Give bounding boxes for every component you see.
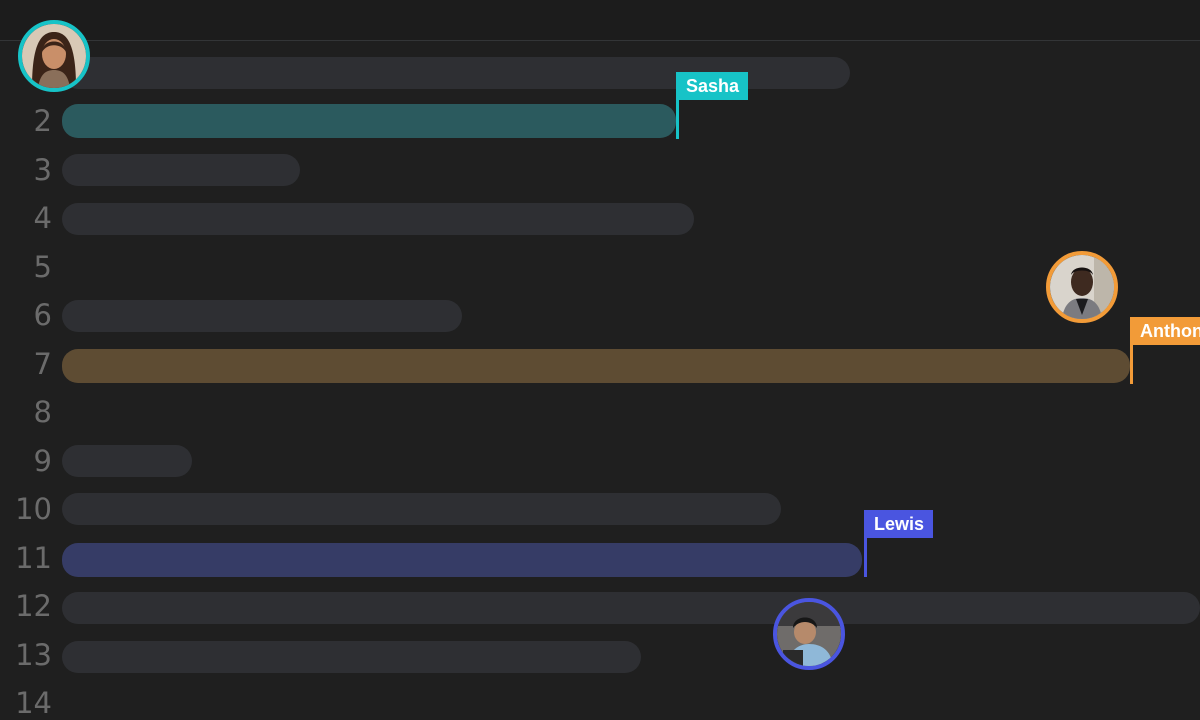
line-number: 4: [33, 201, 52, 235]
line-number: 8: [33, 395, 52, 429]
code-line-12[interactable]: [62, 592, 1200, 624]
anthony-avatar[interactable]: [1046, 251, 1118, 323]
line-number: 6: [33, 298, 52, 332]
line-number: 11: [15, 541, 52, 575]
collaborative-code-editor: 2 3 4 5 6 7 8 9 10 11 12 13 14 Sasha Ant…: [0, 0, 1200, 720]
code-line-7-selection[interactable]: [62, 349, 1130, 383]
line-number: 5: [33, 250, 52, 284]
line-number: 14: [15, 686, 52, 720]
line-number: 2: [33, 104, 52, 138]
line-number: 3: [33, 153, 52, 187]
code-line-3[interactable]: [62, 154, 300, 186]
code-line-6[interactable]: [62, 300, 462, 332]
line-number: 9: [33, 444, 52, 478]
person-avatar-icon: [22, 24, 86, 88]
lewis-avatar[interactable]: [773, 598, 845, 670]
sasha-name-flag: Sasha: [677, 72, 749, 100]
anthony-name-flag: Anthon: [1131, 317, 1200, 345]
sasha-avatar[interactable]: [18, 20, 90, 92]
line-number: 7: [33, 347, 52, 381]
code-line-2-selection[interactable]: [62, 104, 676, 138]
person-avatar-icon: [777, 602, 841, 666]
editor-top-bar: [0, 0, 1200, 41]
line-number: 12: [15, 589, 52, 623]
code-line-9[interactable]: [62, 445, 192, 477]
line-number: 10: [15, 492, 52, 526]
code-line-10[interactable]: [62, 493, 781, 525]
lewis-name-flag: Lewis: [865, 510, 934, 538]
code-line-13[interactable]: [62, 641, 641, 673]
code-line-11-selection[interactable]: [62, 543, 862, 577]
code-line-4[interactable]: [62, 203, 694, 235]
person-avatar-icon: [1050, 255, 1114, 319]
line-number: 13: [15, 638, 52, 672]
